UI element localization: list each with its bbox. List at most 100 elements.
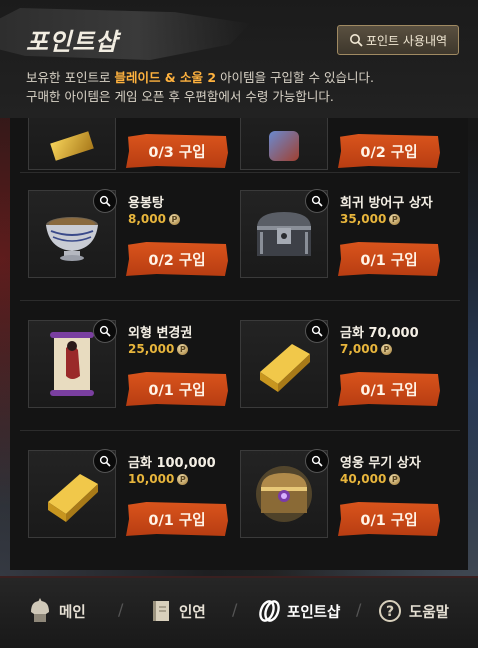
item-card: 용봉탕 8,000 P 0/2 구입 [28,189,243,300]
price-value: 40,000 [340,472,387,486]
item-price: 7,000 P [340,342,392,356]
bottom-tab-bar: 메인 / 인연 / 포인트샵 / ? 도움말 [0,576,478,648]
soup-bowl-icon [46,217,98,261]
search-icon [99,455,111,467]
description-line-2: 구매한 아이템은 게임 오픈 후 우편함에서 수령 가능합니다. [26,89,334,104]
item-price: 8,000 P [128,212,180,226]
tab-main[interactable]: 메인 [28,596,86,626]
item-card: 영웅 무기 상자 40,000 P 0/1 구입 [240,449,455,560]
item-card: 희귀 방어구 상자 35,000 P 0/1 구입 [240,189,455,300]
tab-separator: / [232,600,238,619]
price-value: 35,000 [340,212,387,226]
price-value: 8,000 [128,212,166,226]
item-thumbnail[interactable] [240,319,329,408]
search-icon [311,455,323,467]
item-thumbnail[interactable] [28,319,117,408]
gold-bar-icon [260,344,310,392]
zoom-button[interactable] [305,189,329,213]
buy-button[interactable]: 0/1 구입 [126,372,228,406]
tab-help[interactable]: ? 도움말 [378,596,449,626]
item-thumbnail [28,118,116,170]
helmet-icon [31,598,49,622]
weapon-chest-icon [256,466,312,522]
item-list-panel[interactable]: 0/3 구입 0/2 구입 용봉탕 8,000 P 0/2 구입 희귀 방어구 … [10,118,468,570]
item-name: 외형 변경권 [128,326,193,341]
row-divider [20,172,460,173]
search-icon [311,195,323,207]
search-icon [311,325,323,337]
tab-point-shop[interactable]: 포인트샵 [243,590,373,632]
item-price: 40,000 P [340,472,401,486]
point-coin-icon: P [177,473,189,485]
point-history-label: 포인트 사용내역 [365,33,448,48]
buy-button[interactable]: 0/1 구입 [338,372,440,406]
item-card: 금화 100,000 10,000 P 0/1 구입 [28,449,243,560]
description-line-1: 보유한 포인트로 블레이드 & 소울 2 아이템을 구입할 수 있습니다. [26,68,374,87]
buy-button[interactable]: 0/1 구입 [126,502,228,536]
question-icon: ? [379,600,401,622]
tab-separator: / [356,600,362,619]
point-coin-icon: P [389,213,401,225]
item-price: 35,000 P [340,212,401,226]
item-name: 용봉탕 [128,196,164,211]
price-value: 7,000 [340,342,378,356]
row-divider [20,300,460,301]
search-icon [99,325,111,337]
gold-bar-icon [48,474,98,522]
price-value: 10,000 [128,472,175,486]
item-thumbnail[interactable] [28,449,117,538]
description: 보유한 포인트로 블레이드 & 소울 2 아이템을 구입할 수 있습니다. 구매… [26,68,374,106]
buy-button[interactable]: 0/2 구입 [126,242,228,276]
game-title-highlight: 블레이드 & 소울 2 [114,70,217,85]
page-title: 포인트샵 [26,27,119,56]
point-coin-icon: P [168,213,180,225]
buy-button[interactable]: 0/2 구입 [338,134,440,168]
item-card: 외형 변경권 25,000 P 0/1 구입 [28,319,243,430]
search-icon [99,195,111,207]
book-icon [153,601,169,621]
zoom-button[interactable] [93,449,117,473]
desc-prefix: 보유한 포인트로 [26,70,115,85]
gold-bar-icon [50,131,94,161]
zoom-button[interactable] [305,449,329,473]
point-history-button[interactable]: 포인트 사용내역 [337,25,459,55]
buy-button[interactable]: 0/1 구입 [338,242,440,276]
price-value: 25,000 [128,342,175,356]
buy-button[interactable]: 0/1 구입 [338,502,440,536]
row-divider [20,430,460,431]
item-thumbnail[interactable] [28,189,117,278]
coins-icon [259,600,280,622]
search-icon [349,34,363,47]
header: 포인트샵 포인트 사용내역 보유한 포인트로 블레이드 & 소울 2 아이템을 … [0,0,478,118]
item-thumbnail[interactable] [240,449,329,538]
point-coin-icon: P [389,473,401,485]
point-coin-icon: P [177,343,189,355]
svg-text:?: ? [386,604,394,620]
tab-separator: / [118,600,124,619]
tab-help-label: 도움말 [409,604,450,621]
zoom-button[interactable] [93,319,117,343]
tab-main-label: 메인 [59,604,86,621]
item-thumbnail[interactable] [240,189,329,278]
item-price: 25,000 P [128,342,189,356]
tab-point-shop-label: 포인트샵 [287,604,341,621]
item-thumbnail [240,118,328,170]
scroll-icon [50,332,94,396]
buy-button[interactable]: 0/3 구입 [126,134,228,168]
item-name: 희귀 방어구 상자 [340,196,433,211]
zoom-button[interactable] [93,189,117,213]
treasure-icon [269,131,299,161]
tab-relations[interactable]: 인연 [150,596,206,626]
item-card-partial-1: 0/3 구입 [28,118,243,192]
item-name: 금화 70,000 [340,326,419,341]
tab-relations-label: 인연 [179,604,206,621]
armor-chest-icon [257,212,311,256]
item-price: 10,000 P [128,472,189,486]
item-name: 영웅 무기 상자 [340,456,421,471]
item-card-partial-2: 0/2 구입 [240,118,455,192]
point-coin-icon: P [380,343,392,355]
desc-suffix: 아이템을 구입할 수 있습니다. [216,70,374,85]
item-card: 금화 70,000 7,000 P 0/1 구입 [240,319,455,430]
zoom-button[interactable] [305,319,329,343]
item-name: 금화 100,000 [128,456,216,471]
